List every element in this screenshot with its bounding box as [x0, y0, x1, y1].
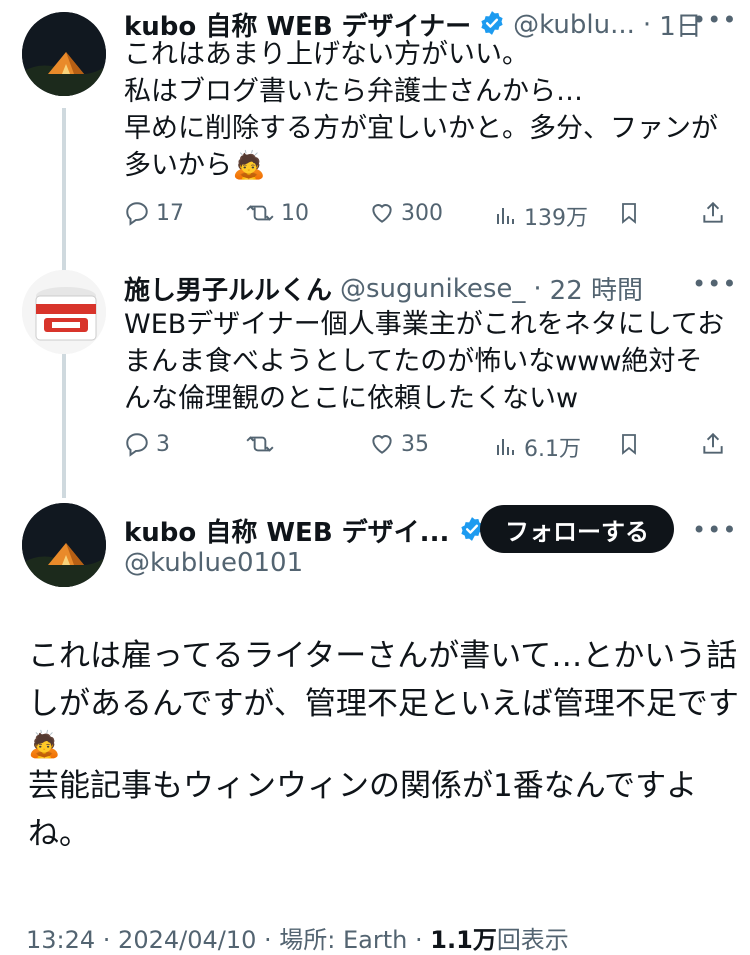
main-tweet-text: これは雇ってるライターさんが書いて…とかいう話 しがあるんですが、管理不足といえ… [28, 632, 739, 858]
bookmark-icon[interactable] [617, 431, 641, 461]
tweet-text: WEBデザイナー個人事業主がこれをネタにしてお まんま食べようとしてたのが怖いな… [124, 306, 724, 417]
author-name[interactable]: kubo 自称 WEB デザイ... [124, 512, 449, 549]
retweet-icon [246, 205, 274, 221]
views-button[interactable]: 6.1万 [494, 431, 581, 463]
avatar-medicine-box-image [22, 270, 106, 354]
reply-count: 17 [156, 200, 184, 226]
author-handle[interactable]: @sugunikese_ [340, 274, 525, 304]
bowing-emoji: 🙇 [232, 150, 266, 181]
timestamp[interactable]: 22 時間 [550, 270, 643, 307]
view-count: 6.1万 [524, 437, 581, 462]
views-button[interactable]: 139万 [494, 200, 588, 232]
bowing-emoji: 🙇 [28, 730, 61, 760]
author-name[interactable]: 施し男子ルルくん [124, 270, 332, 307]
tweet-line: 芸能記事もウィンウィンの関係が1番なんですよ [28, 768, 698, 804]
more-icon[interactable]: ••• [692, 516, 737, 544]
avatar-camp-image [22, 12, 106, 96]
like-button[interactable]: 35 [369, 431, 429, 457]
tweet-location: 場所: Earth [279, 926, 408, 954]
share-icon[interactable] [700, 431, 726, 461]
separator-dot: · [415, 926, 423, 954]
tweet-datetime[interactable]: 13:24 · 2024/04/10 [26, 926, 256, 954]
avatar-camp-image [22, 503, 106, 587]
tweet-line: WEBデザイナー個人事業主がこれをネタにしてお [124, 309, 725, 340]
tweet-line: まんま食べようとしてたのが怖いなwww絶対そ [124, 346, 703, 377]
reply-button[interactable]: 3 [124, 431, 170, 457]
bookmark-icon[interactable] [617, 200, 641, 230]
more-icon[interactable]: ••• [692, 270, 737, 298]
tweet-line: んな倫理観のとこに依頼したくないw [124, 383, 579, 414]
tweet-line: ね。 [28, 816, 90, 852]
heart-icon [372, 435, 392, 454]
follow-button[interactable]: フォローする [480, 505, 674, 553]
like-count: 300 [401, 200, 443, 226]
views-icon [497, 208, 514, 224]
view-count-suffix: 回表示 [496, 926, 569, 954]
retweet-icon [246, 436, 274, 452]
separator-dot: · [533, 273, 542, 304]
tweet-text: これはあまり上げない方がいい。 私はブログ書いたら弁護士さんから… 早めに削除す… [124, 36, 718, 184]
avatar[interactable] [22, 270, 106, 354]
tweet-line: 早めに削除する方が宜しいかと。多分、ファンが [124, 113, 718, 144]
avatar[interactable] [22, 12, 106, 96]
views-icon [497, 439, 514, 455]
retweet-button[interactable]: 10 [245, 200, 309, 226]
heart-icon [372, 204, 392, 223]
view-count: 139万 [524, 206, 588, 231]
verified-badge-icon [479, 10, 505, 40]
more-icon[interactable]: ••• [692, 6, 737, 34]
author-handle[interactable]: @kublu... [513, 10, 635, 40]
separator-dot: · [642, 9, 652, 40]
author-handle[interactable]: @kublue0101 [124, 548, 303, 578]
tweet-line: これは雇ってるライターさんが書いて…とかいう話 [28, 638, 738, 674]
like-count: 35 [401, 431, 429, 457]
tweet-line: これはあまり上げない方がいい。 [124, 39, 529, 70]
view-count: 1.1万 [430, 926, 497, 954]
retweet-count: 10 [281, 200, 309, 226]
like-button[interactable]: 300 [369, 200, 443, 226]
reply-icon [126, 202, 148, 226]
reply-count: 3 [156, 431, 170, 457]
reply-icon [126, 433, 148, 457]
retweet-button[interactable] [245, 431, 281, 457]
tweet-meta: 13:24 · 2024/04/10 · 場所: Earth · 1.1万回表示 [26, 926, 569, 954]
reply-button[interactable]: 17 [124, 200, 184, 226]
tweet-line: 私はブログ書いたら弁護士さんから… [124, 76, 583, 107]
share-icon[interactable] [700, 200, 726, 230]
tweet-line: 多いから [124, 150, 232, 181]
avatar[interactable] [22, 503, 106, 587]
tweet-line: しがあるんですが、管理不足といえば管理不足です [28, 686, 739, 722]
